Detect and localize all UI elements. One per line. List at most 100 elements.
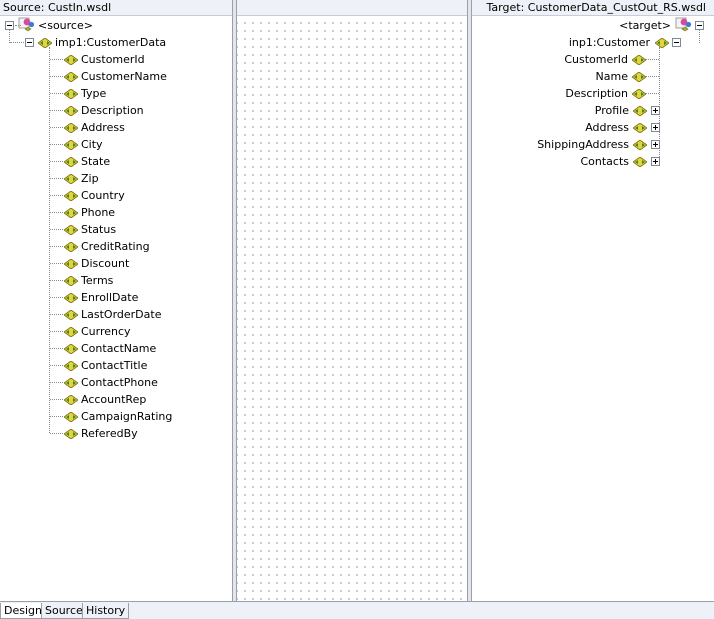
- element-icon: [64, 190, 78, 201]
- target-root-label: <target>: [619, 19, 671, 32]
- source-element-collapse-icon[interactable]: [25, 38, 34, 47]
- element-icon: [64, 224, 78, 235]
- source-field-node[interactable]: Phone: [64, 204, 115, 221]
- source-field-node[interactable]: EnrollDate: [64, 289, 138, 306]
- element-icon: [64, 377, 78, 388]
- element-icon: [64, 428, 78, 439]
- element-icon: [64, 207, 78, 218]
- element-icon: [64, 173, 78, 184]
- tree-connector-line: [50, 348, 63, 349]
- tab-source-label: Source: [45, 604, 83, 617]
- target-tree[interactable]: <target> inp1:Customer CustomerId Name Descr…: [472, 16, 714, 601]
- target-element-node[interactable]: inp1:Customer: [569, 34, 681, 51]
- source-field-node[interactable]: ReferedBy: [64, 425, 138, 442]
- target-root-node[interactable]: <target>: [619, 17, 704, 34]
- source-field-node[interactable]: AccountRep: [64, 391, 146, 408]
- source-field-node[interactable]: CampaignRating: [64, 408, 172, 425]
- target-pane-header: Target: CustomerData_CustOut_RS.wsdl: [472, 0, 714, 16]
- source-field-node[interactable]: Discount: [64, 255, 129, 272]
- tab-design[interactable]: Design: [0, 603, 46, 619]
- source-header-label: Source: CustIn.wsdl: [3, 1, 112, 14]
- target-field-label: Profile: [594, 104, 629, 117]
- tree-connector-line: [50, 161, 63, 162]
- source-field-node[interactable]: ContactPhone: [64, 374, 158, 391]
- source-field-label: Address: [81, 121, 125, 134]
- tree-connector-line: [50, 195, 63, 196]
- tree-connector-line: [50, 331, 63, 332]
- tree-connector-line: [50, 93, 63, 94]
- element-icon: [632, 71, 646, 82]
- source-field-label: LastOrderDate: [81, 308, 162, 321]
- target-field-node[interactable]: Name: [596, 68, 646, 85]
- target-root-collapse-icon[interactable]: [695, 21, 704, 30]
- source-field-node[interactable]: CustomerName: [64, 68, 167, 85]
- source-tree[interactable]: <source> imp1:CustomerData CustomerId Custo…: [0, 16, 232, 601]
- target-field-node[interactable]: Description: [565, 85, 646, 102]
- element-icon: [655, 37, 669, 48]
- target-field-label: Contacts: [580, 155, 629, 168]
- element-icon: [64, 122, 78, 133]
- element-icon: [64, 394, 78, 405]
- element-icon: [633, 156, 647, 167]
- element-icon: [633, 139, 647, 150]
- element-icon: [64, 139, 78, 150]
- source-field-node[interactable]: ContactTitle: [64, 357, 147, 374]
- element-icon: [633, 105, 647, 116]
- tree-connector-line: [50, 382, 63, 383]
- target-field-label: Address: [585, 121, 629, 134]
- expand-plus-icon[interactable]: [651, 123, 660, 132]
- source-root-collapse-icon[interactable]: [5, 21, 14, 30]
- mapping-canvas[interactable]: [237, 16, 467, 601]
- tree-connector-line: [50, 297, 63, 298]
- tree-connector-line: [50, 76, 63, 77]
- source-field-label: Phone: [81, 206, 116, 219]
- source-field-label: AccountRep: [81, 393, 147, 406]
- source-field-node[interactable]: Country: [64, 187, 125, 204]
- element-icon: [632, 54, 646, 65]
- tree-connector-line: [10, 42, 24, 43]
- element-icon: [632, 88, 646, 99]
- tree-connector-line: [646, 76, 659, 77]
- target-field-node[interactable]: CustomerId: [564, 51, 646, 68]
- source-field-node[interactable]: Type: [64, 85, 106, 102]
- expand-plus-icon[interactable]: [651, 106, 660, 115]
- source-field-node[interactable]: City: [64, 136, 103, 153]
- tree-connector-line: [699, 30, 700, 43]
- element-icon: [64, 54, 78, 65]
- source-field-node[interactable]: Status: [64, 221, 116, 238]
- source-field-node[interactable]: CustomerId: [64, 51, 145, 68]
- tree-connector-line: [15, 25, 21, 26]
- element-icon: [64, 105, 78, 116]
- source-field-label: CampaignRating: [81, 410, 173, 423]
- target-field-node[interactable]: ShippingAddress: [537, 136, 660, 153]
- source-element-node[interactable]: imp1:CustomerData: [25, 34, 166, 51]
- target-field-label: ShippingAddress: [537, 138, 629, 151]
- element-icon: [64, 360, 78, 371]
- expand-plus-icon[interactable]: [651, 140, 660, 149]
- tab-source[interactable]: Source: [41, 603, 87, 619]
- target-field-node[interactable]: Contacts: [580, 153, 660, 170]
- source-field-label: Status: [81, 223, 117, 236]
- element-icon: [64, 88, 78, 99]
- tab-history[interactable]: History: [82, 603, 130, 619]
- mapping-canvas-header: [237, 0, 467, 16]
- target-field-node[interactable]: Profile: [595, 102, 660, 119]
- expand-plus-icon[interactable]: [651, 157, 660, 166]
- source-field-label: ContactName: [81, 342, 157, 355]
- source-field-label: CustomerName: [81, 70, 167, 83]
- source-field-label: Zip: [81, 172, 99, 185]
- source-field-node[interactable]: Currency: [64, 323, 131, 340]
- tab-design-label: Design: [4, 604, 42, 617]
- target-field-node[interactable]: Address: [585, 119, 660, 136]
- source-field-node[interactable]: LastOrderDate: [64, 306, 161, 323]
- source-field-node[interactable]: State: [64, 153, 110, 170]
- element-icon: [64, 241, 78, 252]
- tree-connector-line: [50, 229, 63, 230]
- source-field-node[interactable]: CreditRating: [64, 238, 150, 255]
- source-field-node[interactable]: Description: [64, 102, 144, 119]
- source-field-node[interactable]: Address: [64, 119, 125, 136]
- source-field-node[interactable]: Terms: [64, 272, 113, 289]
- target-element-collapse-icon[interactable]: [672, 38, 681, 47]
- source-field-node[interactable]: Zip: [64, 170, 99, 187]
- source-field-node[interactable]: ContactName: [64, 340, 156, 357]
